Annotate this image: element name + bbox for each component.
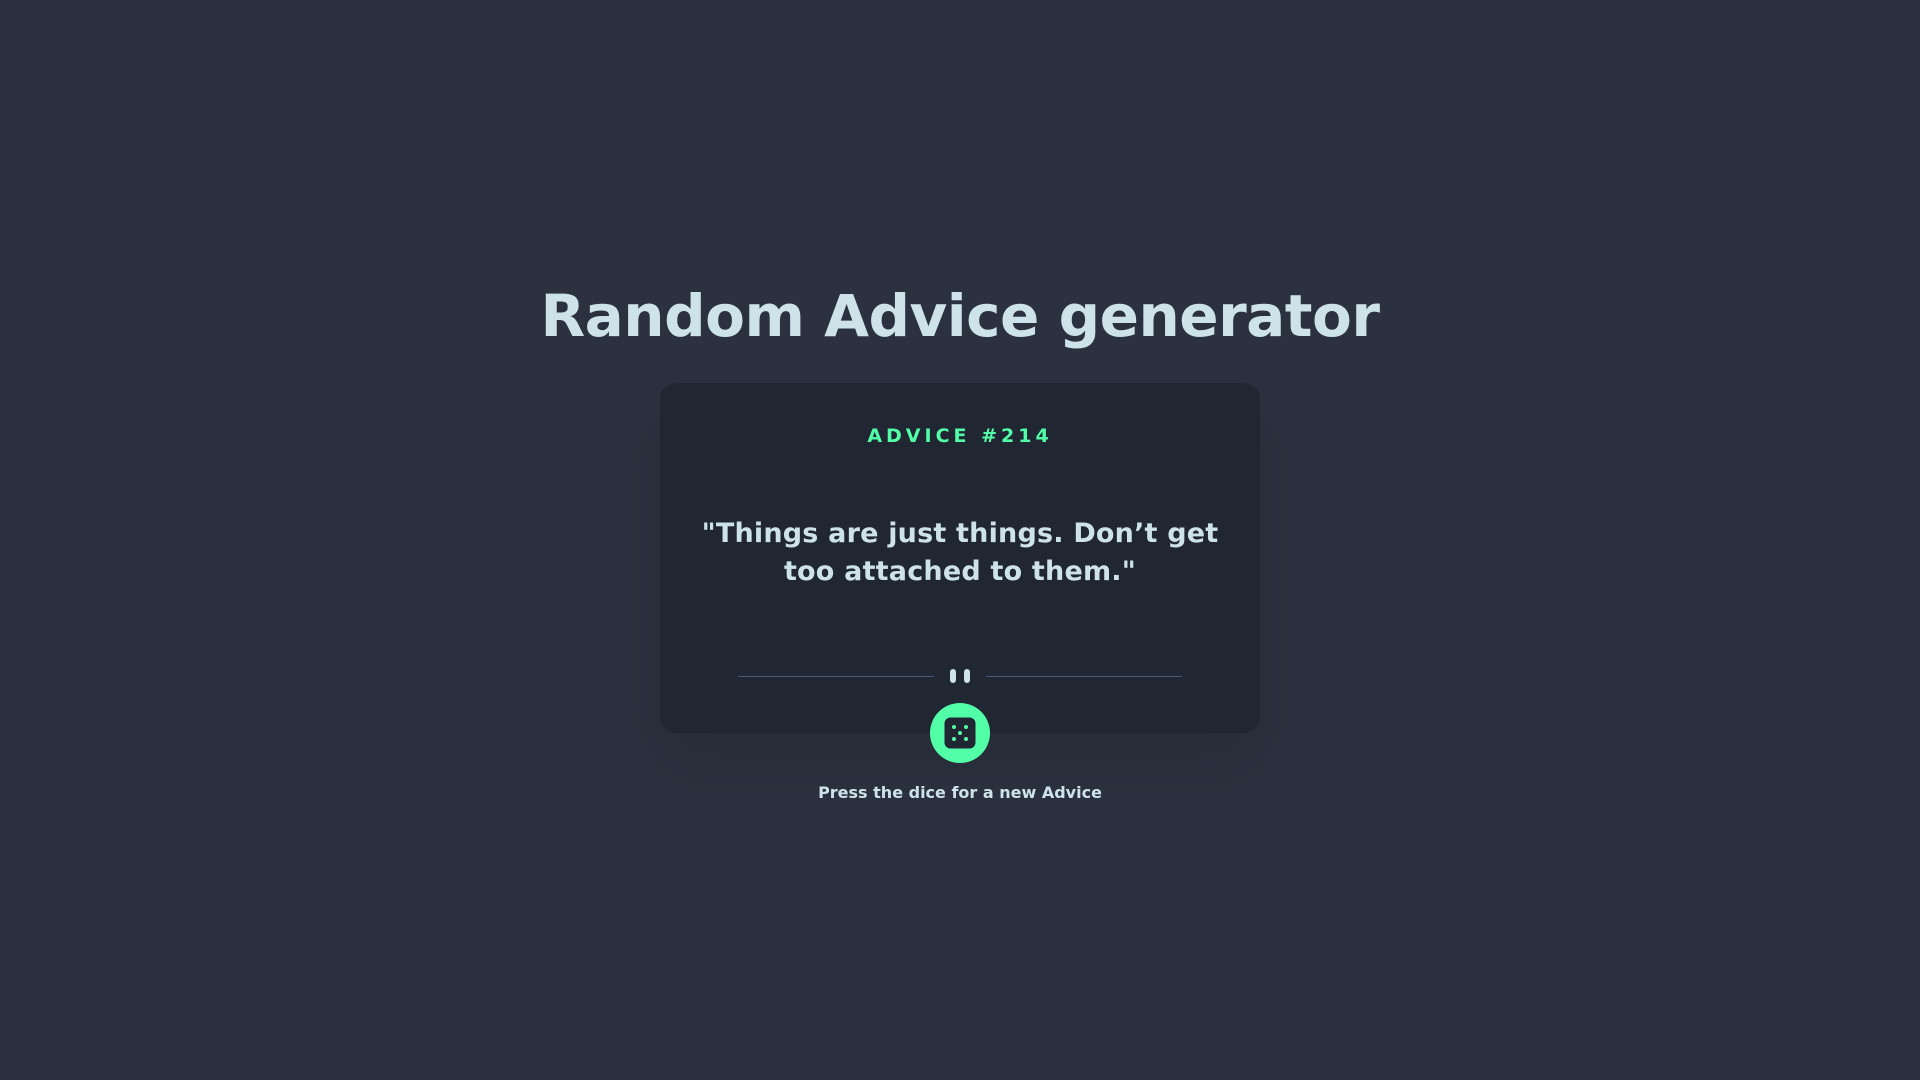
dice-icon (944, 717, 976, 749)
pause-icon (950, 669, 956, 683)
pause-icon (964, 669, 970, 683)
page-title: Random Advice generator (540, 282, 1381, 350)
divider-line-right (986, 676, 1182, 677)
divider-line-left (738, 676, 934, 677)
hint-text: Press the dice for a new Advice (818, 783, 1102, 802)
dice-button[interactable] (930, 703, 990, 763)
advice-id: ADVICE #214 (867, 425, 1053, 447)
divider (738, 669, 1182, 683)
advice-card: ADVICE #214 "Things are just things. Don… (660, 383, 1260, 733)
advice-quote: "Things are just things. Don’t get too a… (701, 518, 1219, 587)
page: Random Advice generator ADVICE #214 "Thi… (0, 0, 1920, 1080)
